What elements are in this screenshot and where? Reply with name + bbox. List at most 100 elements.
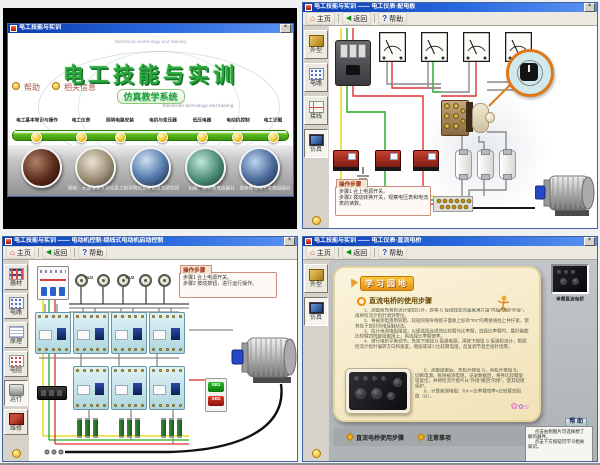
- main-title: 电工技能与实训: [8, 59, 293, 89]
- step-line: 步骤2 拨动转换开关，观察电压表和电流表的读数。: [339, 195, 430, 207]
- sidebar-item-circuit[interactable]: 电路: [304, 63, 328, 92]
- start-button[interactable]: SB1: [208, 382, 224, 392]
- breaker-handle[interactable]: [346, 65, 360, 75]
- bridge-thumbnail[interactable]: [551, 264, 589, 294]
- titlebar: 电工技能与实训 —— 电工仪表·直流电桥 ×: [303, 237, 597, 246]
- contactor: [111, 366, 147, 410]
- toolbar-separator: [38, 248, 39, 257]
- analog-meter: [421, 32, 448, 62]
- sidebar-item-appearance[interactable]: 外型: [304, 30, 328, 59]
- home-button[interactable]: ⌂主页: [306, 12, 335, 25]
- menu-node-icon[interactable]: [157, 132, 168, 143]
- sidebar-item-simulation[interactable]: 仿真: [304, 129, 328, 158]
- steps-tab: 操作步骤: [180, 265, 212, 274]
- resistor-bank: [119, 418, 140, 438]
- breaker-toggle[interactable]: [59, 287, 65, 296]
- device-selector: 单臂直流电桥: [545, 264, 595, 307]
- terminal-strip: [433, 196, 473, 212]
- changeover-switch[interactable]: [441, 100, 491, 136]
- close-icon[interactable]: ×: [584, 237, 595, 246]
- close-icon[interactable]: ×: [280, 24, 291, 33]
- toolbar-separator: [374, 248, 375, 257]
- box-icon: [309, 269, 324, 281]
- menu-node-icon[interactable]: [268, 132, 279, 143]
- photo-motor: [185, 147, 226, 188]
- home-icon: ⌂: [310, 249, 315, 257]
- close-icon[interactable]: ×: [284, 237, 295, 246]
- help-button[interactable]: ?帮助: [78, 246, 107, 259]
- menu-node-icon[interactable]: [76, 132, 87, 143]
- sidebar-item-circuit[interactable]: 电路: [4, 293, 28, 319]
- contactor: [149, 312, 185, 354]
- thumbnail-label: 单臂直流电桥: [556, 296, 585, 302]
- back-button[interactable]: ◀返回: [342, 246, 371, 259]
- magnified-knob-callout[interactable]: [506, 49, 554, 97]
- toolbar-separator: [338, 14, 339, 23]
- back-button[interactable]: ◀返回: [342, 12, 371, 25]
- sidebar-item-resistor[interactable]: 电阻: [4, 351, 28, 377]
- motor-control-window: 电工技能与实训 —— 电动机控制·绕线式电动机启动控制 × ⌂主页 ◀返回 ?帮…: [2, 236, 298, 462]
- meter-panel-window: 电工技能与实训 —— 电工仪表·配电板 × ⌂主页 ◀返回 ?帮助 外型 电路 …: [302, 2, 598, 229]
- simulation-canvas: FU1 FU2 操作步骤 步骤1 合上电源开关。 步骤2 按动按钮，进行运行操作…: [29, 260, 297, 461]
- window-title: 电工技能与实训 —— 电工仪表·配电板: [314, 3, 582, 12]
- subtitle-banner: 仿真教学系统: [116, 89, 184, 104]
- run-icon: [9, 384, 24, 396]
- monitor-icon: [309, 302, 324, 314]
- help-button[interactable]: ?帮助: [378, 246, 407, 259]
- close-icon[interactable]: ×: [584, 3, 595, 12]
- tools-icon: [9, 413, 24, 425]
- help-button[interactable]: ?帮助: [378, 12, 407, 25]
- contactor: [73, 366, 109, 410]
- motor: [231, 330, 297, 386]
- app-icon: [10, 25, 17, 32]
- main-breaker[interactable]: [37, 266, 69, 300]
- sidebar-item-principle[interactable]: 原理: [4, 322, 28, 348]
- sidebar-item-wiring[interactable]: 接线: [304, 96, 328, 125]
- circuit-icon: [9, 297, 24, 309]
- box-icon: [309, 35, 324, 47]
- bridge-device-image[interactable]: [345, 368, 411, 414]
- menu-node-icon[interactable]: [31, 132, 42, 143]
- fuse-label: FU2: [124, 275, 136, 280]
- help-icon: ?: [382, 249, 387, 257]
- learning-canvas: 学习园地 直流电桥的使用步骤 1．测量前先将检流计锁扣打开，即将 G 接线柱处的…: [329, 260, 597, 461]
- screenshot-root: 电工技能与实训 × Electrician technology and tra…: [0, 0, 600, 465]
- menu-node-icon[interactable]: [115, 132, 126, 143]
- breaker-toggle[interactable]: [41, 287, 47, 296]
- analog-meter: [379, 32, 406, 62]
- app-icon: [305, 238, 312, 245]
- sidebar-item-equipment[interactable]: 器材: [4, 264, 28, 290]
- back-arrow-icon: ◀: [346, 249, 351, 257]
- back-arrow-icon: ◀: [346, 15, 351, 23]
- photo-components: [239, 147, 280, 188]
- link-precautions[interactable]: 注意事项: [418, 433, 451, 442]
- sidebar-item-repair[interactable]: 维修: [4, 409, 28, 435]
- stop-button[interactable]: SB2: [208, 396, 224, 406]
- smiley-icon: [12, 449, 21, 458]
- back-button[interactable]: ◀返回: [42, 246, 71, 259]
- diamond-icon: [417, 433, 425, 441]
- home-button[interactable]: ⌂主页: [6, 246, 35, 259]
- link-usage-steps[interactable]: 直流电桥使用步骤: [347, 433, 404, 442]
- bottom-link-bar: 直流电桥使用步骤 注意事项: [333, 428, 551, 446]
- menu-node-icon[interactable]: [232, 132, 243, 143]
- toolbar: ⌂主页 ◀返回 ?帮助: [303, 12, 597, 26]
- menu-node-icon[interactable]: [197, 132, 208, 143]
- usage-steps-text-cont: 5．测量结束后，先松开按钮 G，再松开按钮 B，切断电源。拆除被测电阻，记录数据…: [415, 368, 525, 399]
- current-transformer: [413, 150, 439, 169]
- circuit-icon: [309, 68, 324, 80]
- contactor: [35, 312, 71, 354]
- mode-sidebar: 外型 电路 接线 仿真: [303, 26, 330, 228]
- sidebar-item-run[interactable]: 运行: [4, 380, 28, 406]
- app-icon: [305, 4, 312, 11]
- main-breaker[interactable]: [335, 40, 371, 86]
- contactor: [149, 366, 185, 410]
- sidebar-item-appearance[interactable]: 外型: [304, 264, 328, 293]
- switch-shaft[interactable]: [485, 112, 495, 123]
- smiley-icon: [312, 449, 321, 458]
- screw-fuse: [97, 274, 110, 287]
- sidebar-item-simulation[interactable]: 仿真: [304, 297, 328, 326]
- analog-meter: [463, 32, 490, 62]
- home-button[interactable]: ⌂主页: [306, 246, 335, 259]
- breaker-toggle[interactable]: [50, 287, 56, 296]
